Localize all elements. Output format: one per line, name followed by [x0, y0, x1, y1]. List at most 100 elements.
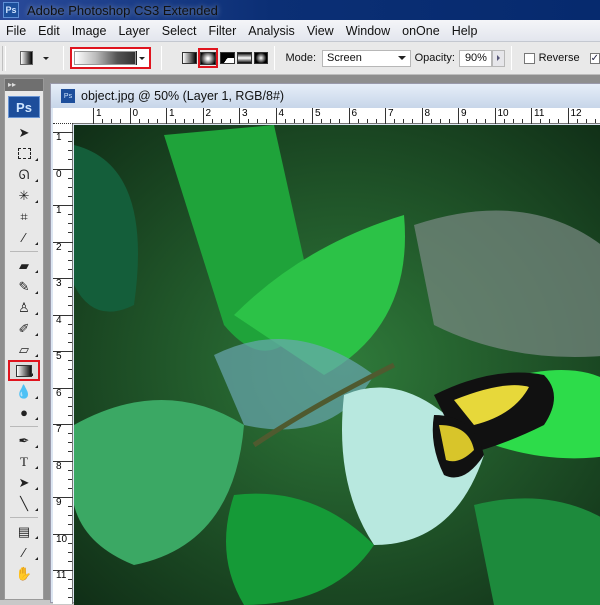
ruler-tick-label: 12	[567, 108, 582, 124]
reverse-checkbox[interactable]	[524, 52, 535, 64]
ruler-tick-label: 1	[93, 108, 102, 124]
tool-preset-dropdown[interactable]	[42, 56, 49, 60]
ruler-tick	[403, 119, 405, 123]
gradient-dropdown-button[interactable]	[135, 51, 147, 65]
menu-image[interactable]: Image	[66, 24, 113, 38]
ruler-tick	[576, 119, 578, 123]
menu-filter[interactable]: Filter	[202, 24, 242, 38]
reverse-label: Reverse	[538, 52, 580, 64]
tool-preset-icon[interactable]	[19, 51, 33, 65]
menu-onone[interactable]: onOne	[396, 24, 446, 38]
radial-gradient-icon	[199, 51, 216, 65]
brush-tool[interactable]: ✎	[5, 276, 43, 297]
history-brush-icon: ✐	[18, 320, 30, 336]
ruler-tick	[68, 414, 72, 416]
ruler-tick	[68, 287, 72, 289]
angle-gradient-button[interactable]	[220, 52, 235, 64]
divider	[160, 46, 162, 70]
ruler-tick	[68, 186, 72, 188]
ruler-tick	[248, 119, 250, 123]
ruler-tick-label: 6	[348, 108, 357, 124]
mode-label: Mode:	[285, 52, 317, 64]
notes-tool[interactable]: ▤	[5, 521, 43, 542]
menu-select[interactable]: Select	[156, 24, 203, 38]
ruler-tick	[68, 478, 72, 480]
menu-layer[interactable]: Layer	[112, 24, 155, 38]
hand-tool[interactable]: ✋	[5, 563, 43, 584]
ruler-tick	[302, 119, 304, 123]
line-tool[interactable]: ╲	[5, 493, 43, 514]
toolbox: ▸▸ Ps ➤ ᘏ ✳ ⌗ ⁄ ▰ ✎ ♙ ✐ ▱ 💧 ● ✒ T ➤ ╲ ▤ …	[4, 78, 44, 600]
ruler-tick	[339, 119, 341, 123]
divider	[62, 46, 64, 70]
radial-gradient-button[interactable]	[197, 48, 219, 68]
ruler-tick-label: 8	[421, 108, 430, 124]
options-grip[interactable]	[2, 45, 6, 71]
marquee-tool[interactable]	[5, 143, 43, 164]
title-bar: Ps Adobe Photoshop CS3 Extended	[0, 0, 600, 20]
type-tool[interactable]: T	[5, 451, 43, 472]
ruler-tick	[68, 250, 72, 252]
menu-analysis[interactable]: Analysis	[242, 24, 301, 38]
ruler-tick	[439, 119, 441, 123]
crop-tool[interactable]: ⌗	[5, 206, 43, 227]
ruler-tick	[394, 119, 396, 123]
ruler-tick	[111, 119, 113, 123]
document-title: object.jpg @ 50% (Layer 1, RGB/8#)	[81, 89, 285, 103]
clone-stamp-tool[interactable]: ♙	[5, 297, 43, 318]
ruler-tick	[68, 195, 72, 197]
image-canvas[interactable]	[74, 125, 600, 605]
ruler-tick	[68, 150, 72, 152]
ruler-origin[interactable]	[53, 108, 73, 124]
ruler-tick-label: 2	[202, 108, 211, 124]
diamond-gradient-button[interactable]	[253, 52, 269, 64]
move-tool[interactable]: ➤	[5, 122, 43, 143]
dither-checkbox[interactable]: ✓	[589, 52, 600, 64]
menu-view[interactable]: View	[301, 24, 340, 38]
divider	[10, 251, 38, 252]
ps-logo[interactable]: Ps	[8, 96, 40, 118]
ruler-tick	[366, 119, 368, 123]
reflected-gradient-button[interactable]	[236, 52, 252, 64]
menu-window[interactable]: Window	[340, 24, 396, 38]
linear-gradient-button[interactable]	[181, 52, 197, 64]
slice-tool[interactable]: ⁄	[5, 227, 43, 248]
eyedropper-tool[interactable]: ⁄	[5, 542, 43, 563]
healing-brush-tool[interactable]: ▰	[5, 255, 43, 276]
toolbox-collapse-icon[interactable]: ▸▸	[5, 79, 43, 91]
menu-help[interactable]: Help	[446, 24, 484, 38]
opacity-label: Opacity:	[414, 52, 455, 64]
opacity-slider-button[interactable]	[492, 49, 506, 67]
dodge-tool[interactable]: ●	[5, 402, 43, 423]
ruler-tick	[68, 487, 72, 489]
gradient-preview[interactable]	[73, 51, 136, 65]
leaf	[474, 498, 600, 605]
document-tab[interactable]: Ps object.jpg @ 50% (Layer 1, RGB/8#)	[51, 84, 600, 108]
pen-icon: ✒	[18, 432, 30, 448]
pen-tool[interactable]: ✒	[5, 430, 43, 451]
ruler-tick-label: 0	[129, 108, 138, 124]
ruler-tick-label: 11	[531, 108, 544, 124]
gradient-tool[interactable]	[8, 360, 40, 381]
opacity-input[interactable]: 90%	[458, 49, 493, 67]
drop-icon: 💧	[15, 383, 33, 399]
path-selection-tool[interactable]: ➤	[5, 472, 43, 493]
lasso-tool[interactable]: ᘏ	[5, 164, 43, 185]
blur-tool[interactable]: 💧	[5, 381, 43, 402]
ruler-tick	[68, 296, 72, 298]
magic-wand-tool[interactable]: ✳	[5, 185, 43, 206]
horizontal-ruler[interactable]: 1 0 1 2 3 4 5 6 7 8 9 10 11 12	[73, 108, 600, 124]
ruler-tick	[68, 332, 72, 334]
ruler-tick	[68, 141, 72, 143]
ruler-tick	[521, 119, 523, 123]
gradient-picker[interactable]	[69, 47, 151, 69]
vertical-ruler[interactable]: 1 0 1 2 3 4 5 6 7 8 9 10 11	[53, 124, 73, 604]
mode-select[interactable]: Screen	[322, 49, 411, 67]
menu-file[interactable]: File	[0, 24, 32, 38]
ruler-tick	[375, 119, 377, 123]
ruler-tick	[448, 119, 450, 123]
eraser-tool[interactable]: ▱	[5, 339, 43, 360]
ruler-tick	[68, 268, 72, 270]
menu-edit[interactable]: Edit	[32, 24, 66, 38]
history-brush-tool[interactable]: ✐	[5, 318, 43, 339]
